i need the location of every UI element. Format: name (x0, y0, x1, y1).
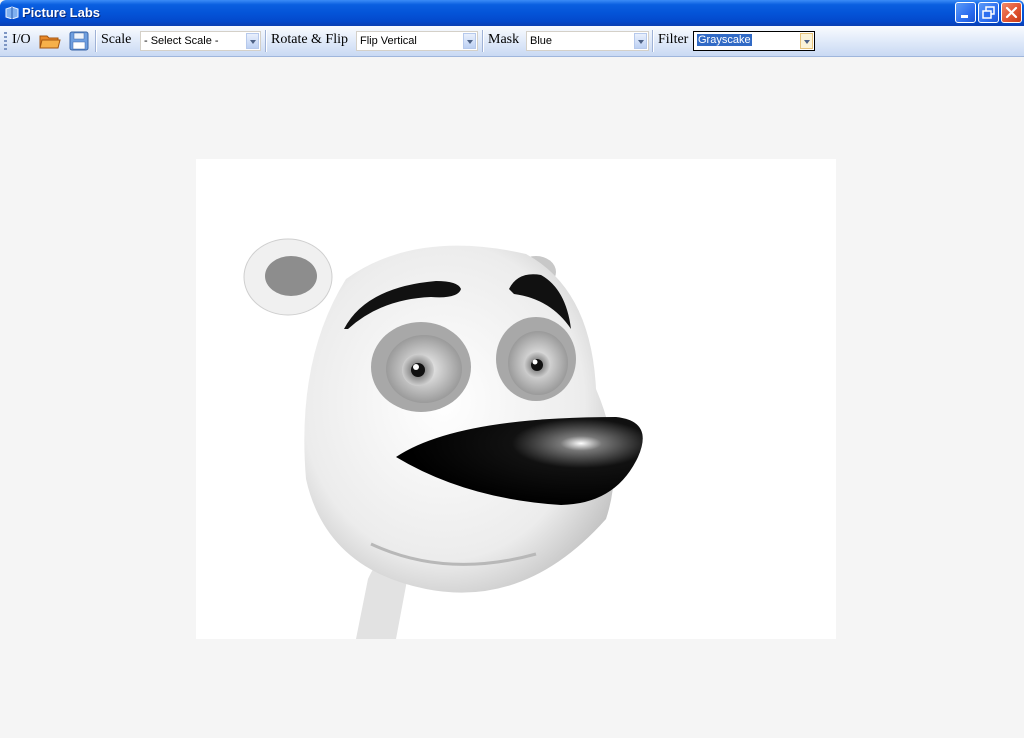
rotate-flip-value: Flip Vertical (360, 35, 417, 47)
chevron-down-icon[interactable] (634, 33, 647, 49)
toolbar-separator (482, 30, 484, 52)
close-button[interactable] (1001, 2, 1022, 23)
window-title: Picture Labs (22, 5, 101, 20)
minimize-button[interactable] (955, 2, 976, 23)
mask-label: Mask (488, 32, 520, 47)
rotate-flip-label: Rotate & Flip (271, 32, 348, 47)
toolbar: I/O Scale - Select Scale - Rotate & Flip… (0, 26, 1024, 57)
filter-dropdown[interactable]: Grayscake (693, 31, 815, 51)
toolbar-separator (95, 30, 97, 52)
folder-open-icon[interactable] (39, 30, 61, 52)
restore-button[interactable] (978, 2, 999, 23)
toolbar-separator (265, 30, 267, 52)
book-icon (5, 6, 19, 19)
scale-label: Scale (101, 32, 132, 47)
chevron-down-icon[interactable] (246, 33, 259, 49)
bear-image (243, 238, 643, 639)
scale-value: - Select Scale - (144, 35, 219, 47)
toolbar-separator (652, 30, 654, 52)
filter-value: Grayscake (697, 34, 752, 46)
mask-value: Blue (530, 35, 553, 47)
restore-icon (982, 6, 995, 19)
close-icon (1005, 6, 1018, 19)
io-label: I/O (12, 32, 31, 47)
toolbar-grip[interactable] (4, 32, 7, 50)
rotate-flip-dropdown[interactable]: Flip Vertical (356, 31, 478, 51)
floppy-disk-icon[interactable] (68, 30, 90, 52)
scale-dropdown[interactable]: - Select Scale - (140, 31, 261, 51)
chevron-down-icon[interactable] (800, 33, 813, 49)
filter-label: Filter (658, 32, 689, 47)
chevron-down-icon[interactable] (463, 33, 476, 49)
minimize-icon (961, 15, 968, 18)
title-bar[interactable]: Picture Labs (0, 0, 1024, 26)
image-canvas (196, 159, 836, 639)
mask-dropdown[interactable]: Blue (526, 31, 649, 51)
